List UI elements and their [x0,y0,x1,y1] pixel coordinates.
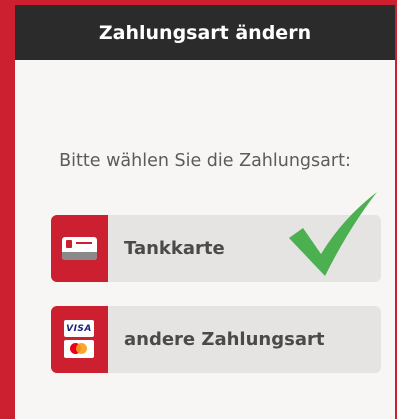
fuel-card-icon [62,237,97,260]
option-label: Tankkarte [124,238,225,259]
credit-cards-icon: VISA [64,320,94,358]
dialog-panel: Zahlungsart ändern Bitte wählen Sie die … [15,5,395,419]
header-bar: Zahlungsart ändern [15,5,395,60]
option-label: andere Zahlungsart [124,329,325,350]
checkmark-icon [289,192,377,276]
visa-card-icon: VISA [64,320,94,337]
option-icon-area: VISA [51,306,108,373]
page-title: Zahlungsart ändern [98,21,312,44]
option-icon-area [51,215,108,282]
option-andere-zahlungsart-button[interactable]: VISA andere Zahlungsart [51,306,381,373]
card-text-line [76,242,92,244]
card-stripe [62,252,97,260]
mastercard-orange-circle [76,343,87,354]
fuel-pump-icon [66,240,72,248]
app-frame: Zahlungsart ändern Bitte wählen Sie die … [0,0,397,419]
mastercard-icon [64,340,94,358]
instruction-text: Bitte wählen Sie die Zahlungsart: [59,151,351,171]
